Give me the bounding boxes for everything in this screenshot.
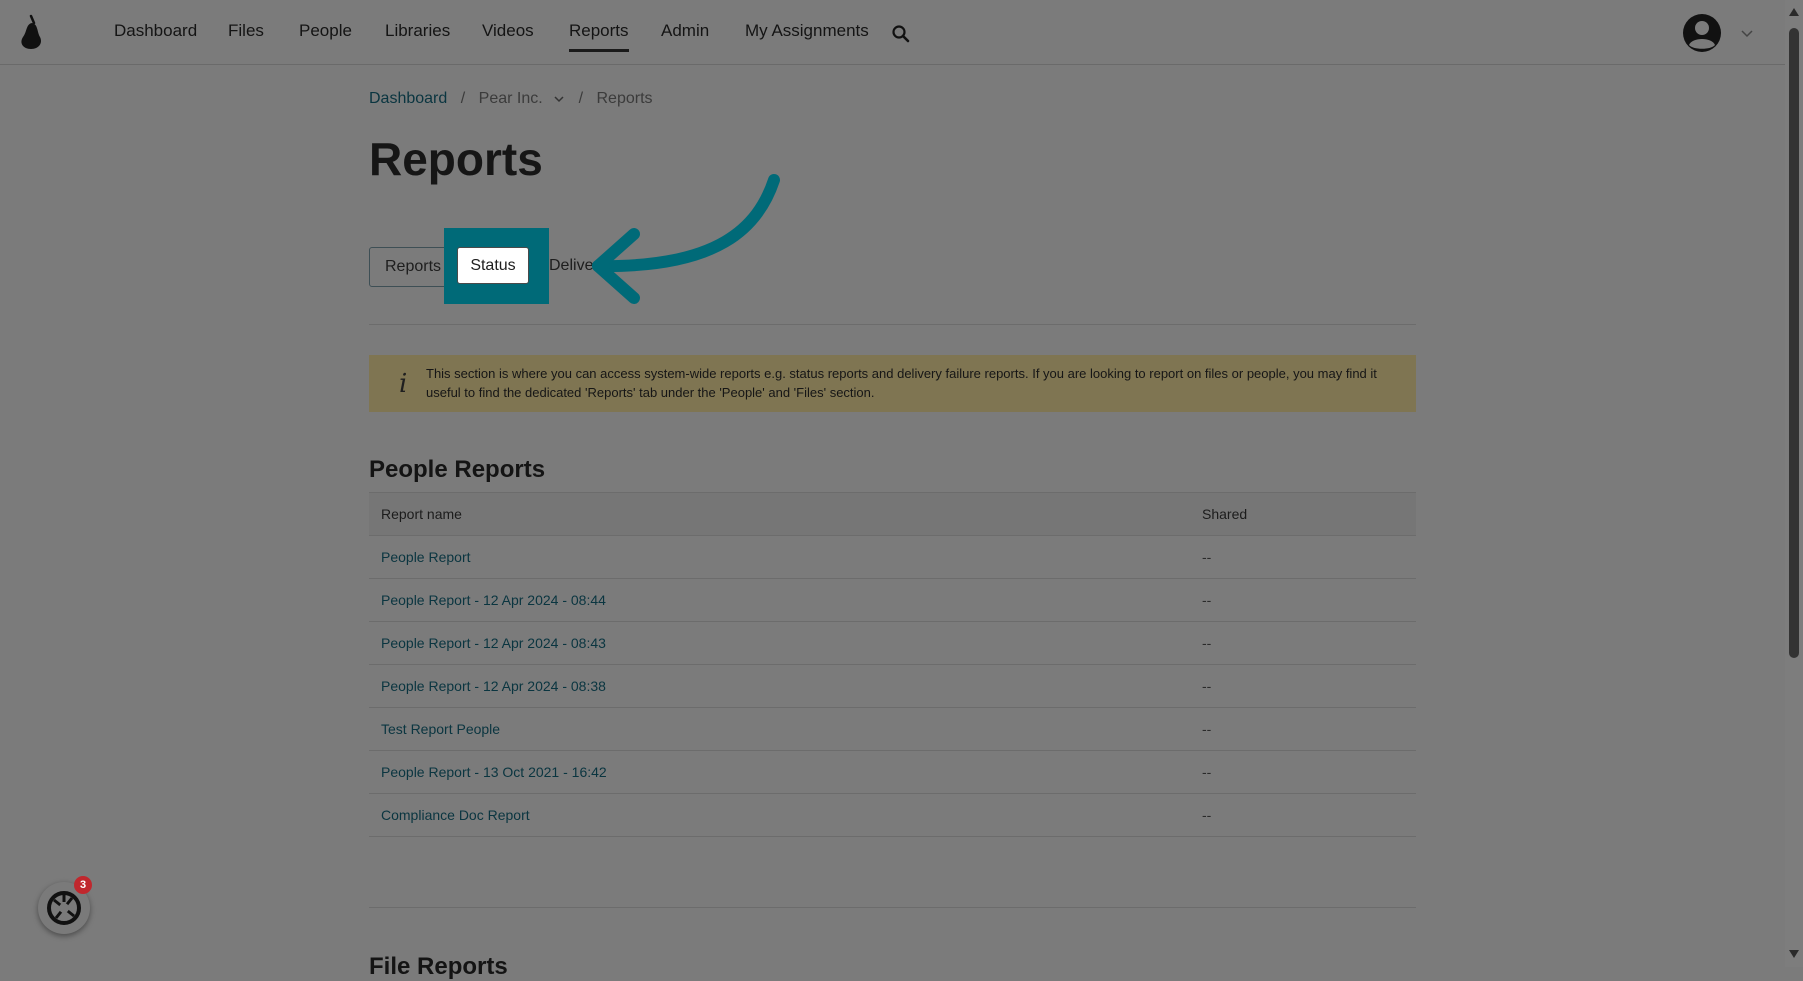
shared-value: -- <box>1202 721 1212 737</box>
shared-value: -- <box>1202 592 1212 608</box>
user-avatar-icon[interactable] <box>1682 13 1722 53</box>
scroll-up-arrow-icon[interactable] <box>1789 8 1799 16</box>
shared-value: -- <box>1202 549 1212 565</box>
report-link[interactable]: People Report - 12 Apr 2024 - 08:44 <box>381 592 606 608</box>
aperture-icon <box>47 891 81 925</box>
section-divider <box>369 907 1416 908</box>
report-link[interactable]: Test Report People <box>381 721 500 737</box>
nav-admin[interactable]: Admin <box>661 21 709 41</box>
table-header: Report name Shared <box>369 492 1416 536</box>
nav-videos[interactable]: Videos <box>482 21 534 41</box>
info-banner: i This section is where you can access s… <box>369 355 1416 412</box>
table-row: Test Report People -- <box>369 708 1416 751</box>
column-shared[interactable]: Shared <box>1202 506 1247 522</box>
nav-libraries[interactable]: Libraries <box>385 21 450 41</box>
report-link[interactable]: Compliance Doc Report <box>381 807 530 823</box>
section-divider <box>369 324 1416 325</box>
breadcrumb-separator: / <box>460 90 466 107</box>
shared-value: -- <box>1202 635 1212 651</box>
breadcrumb-org: Pear Inc. <box>478 90 543 107</box>
notification-badge: 3 <box>74 876 92 894</box>
table-row: People Report - 12 Apr 2024 - 08:44 -- <box>369 579 1416 622</box>
info-icon: i <box>399 369 408 399</box>
table-row: People Report - 12 Apr 2024 - 08:38 -- <box>369 665 1416 708</box>
breadcrumb-dashboard[interactable]: Dashboard <box>369 90 447 107</box>
nav-my-assignments[interactable]: My Assignments <box>745 21 869 41</box>
file-reports-title: File Reports <box>369 953 508 980</box>
page-title: Reports <box>369 133 543 185</box>
nav-people[interactable]: People <box>299 21 352 41</box>
chevron-down-icon[interactable] <box>1740 26 1754 40</box>
help-chat-button[interactable]: 3 <box>38 876 92 934</box>
nav-dashboard[interactable]: Dashboard <box>114 21 197 41</box>
pear-logo-icon[interactable] <box>18 14 46 50</box>
shared-value: -- <box>1202 807 1212 823</box>
table-row: People Report -- <box>369 536 1416 579</box>
report-link[interactable]: People Report - 13 Oct 2021 - 16:42 <box>381 764 607 780</box>
people-reports-title: People Reports <box>369 456 546 483</box>
scroll-down-arrow-icon[interactable] <box>1789 950 1799 958</box>
breadcrumb-org-dropdown[interactable]: Pear Inc. <box>479 90 570 107</box>
report-link[interactable]: People Report <box>381 549 471 565</box>
search-icon[interactable] <box>891 24 911 44</box>
column-report-name[interactable]: Report name <box>381 506 462 522</box>
scrollbar-thumb[interactable] <box>1789 28 1799 658</box>
table-row: People Report - 12 Apr 2024 - 08:43 -- <box>369 622 1416 665</box>
breadcrumb-current: Reports <box>596 90 653 107</box>
breadcrumb: Dashboard / Pear Inc. / Reports <box>369 90 653 108</box>
nav-files[interactable]: Files <box>228 21 264 41</box>
tab-delivery[interactable]: Delivery <box>549 247 601 285</box>
page-scrollbar[interactable] <box>1785 0 1803 967</box>
breadcrumb-separator: / <box>578 90 584 107</box>
tab-status[interactable]: Status <box>457 247 529 284</box>
top-navigation: Dashboard Files People Libraries Videos … <box>0 0 1785 65</box>
nav-reports[interactable]: Reports <box>569 21 629 52</box>
shared-value: -- <box>1202 764 1212 780</box>
shared-value: -- <box>1202 678 1212 694</box>
report-link[interactable]: People Report - 12 Apr 2024 - 08:38 <box>381 678 606 694</box>
chevron-down-icon <box>554 96 564 102</box>
table-row: Compliance Doc Report -- <box>369 794 1416 837</box>
people-reports-table: Report name Shared People Report -- Peop… <box>369 492 1416 837</box>
tutorial-arrow-icon <box>592 174 780 304</box>
info-text: This section is where you can access sys… <box>426 366 1377 400</box>
report-link[interactable]: People Report - 12 Apr 2024 - 08:43 <box>381 635 606 651</box>
table-row: People Report - 13 Oct 2021 - 16:42 -- <box>369 751 1416 794</box>
